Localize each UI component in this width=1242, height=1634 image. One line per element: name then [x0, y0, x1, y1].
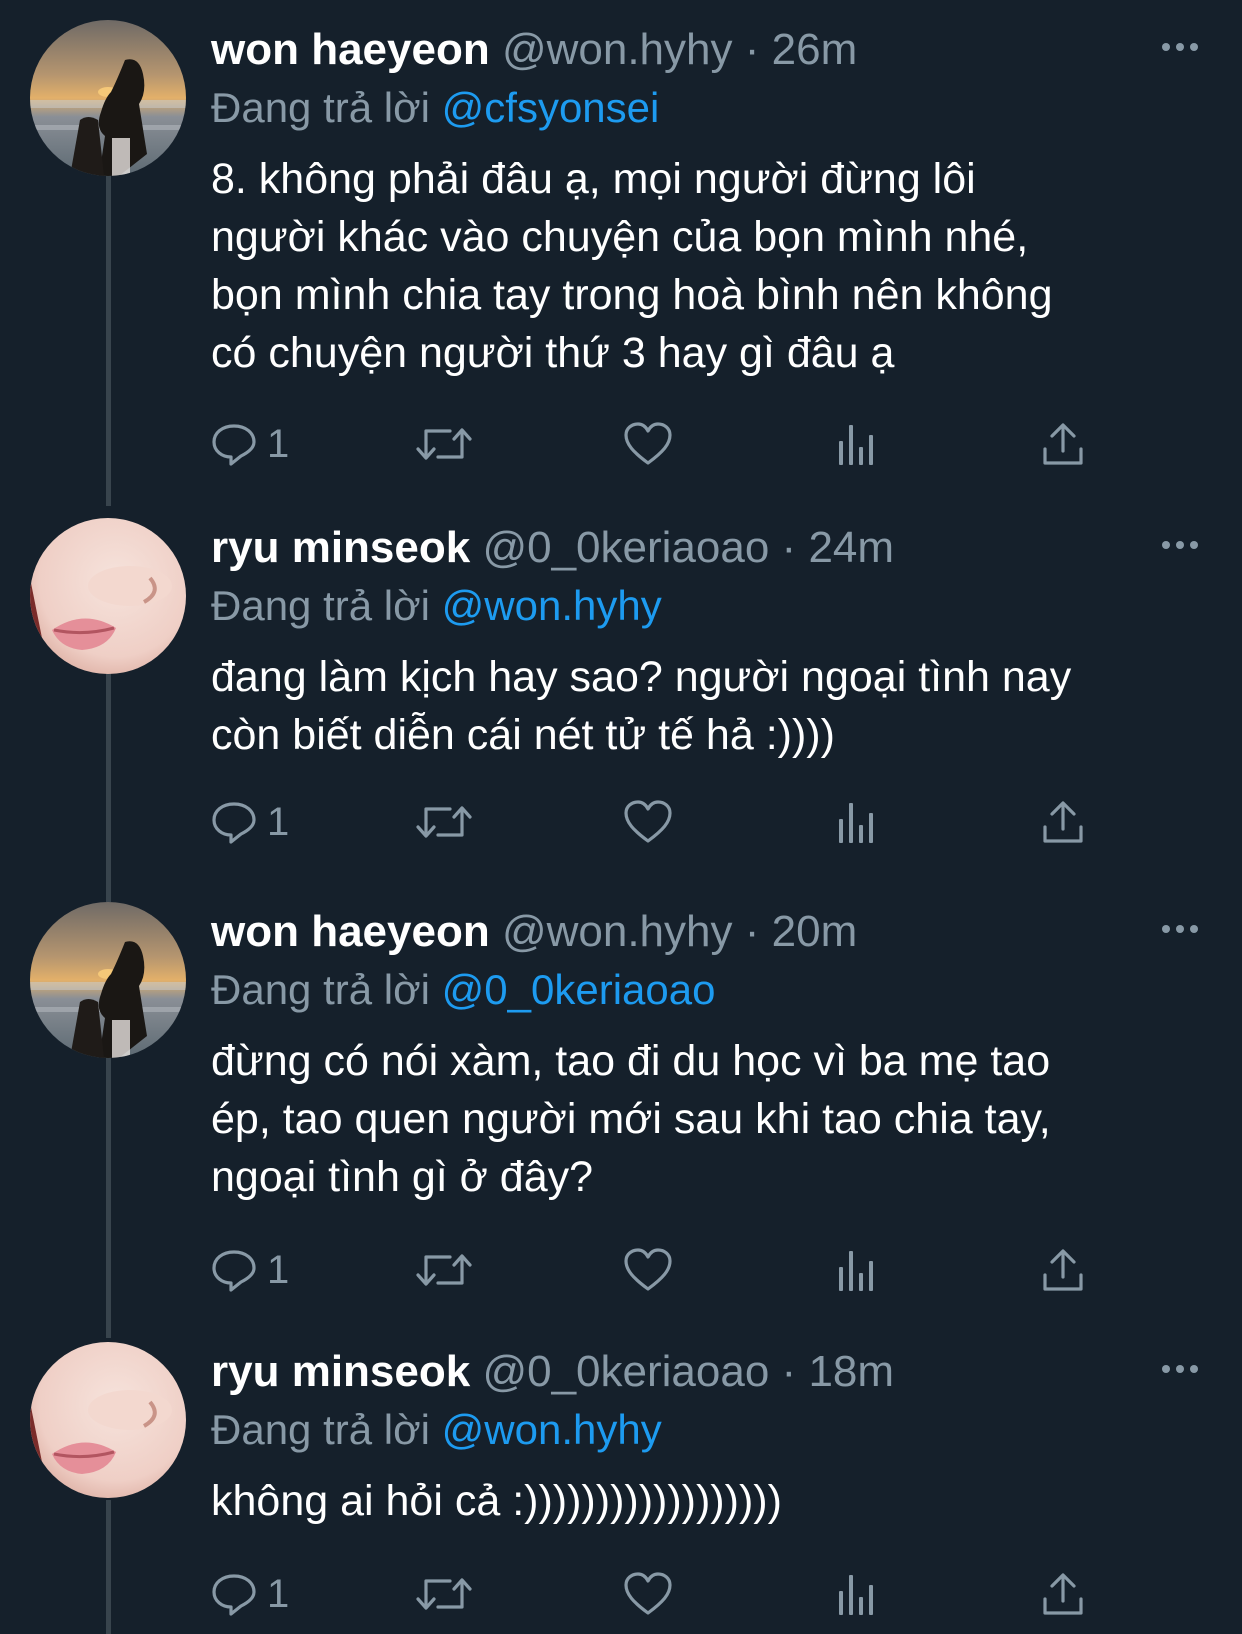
retweet-button[interactable]	[416, 416, 472, 472]
heart-icon	[624, 1248, 672, 1291]
analytics-icon	[839, 1575, 873, 1615]
user-handle[interactable]: @won.hyhy	[502, 25, 733, 74]
reply-icon	[212, 424, 256, 466]
heart-icon	[624, 800, 672, 843]
more-options-icon[interactable]	[1160, 40, 1200, 54]
analytics-icon	[839, 803, 873, 843]
view-analytics-button[interactable]	[836, 1566, 876, 1622]
share-button[interactable]	[1041, 794, 1085, 850]
timestamp[interactable]: 20m	[772, 907, 858, 956]
like-button[interactable]	[623, 416, 673, 472]
share-icon	[1043, 1573, 1083, 1615]
retweet-icon	[416, 1254, 472, 1286]
replying-to-label: Đang trả lời	[211, 84, 430, 131]
retweet-icon	[416, 806, 472, 838]
more-options-icon[interactable]	[1160, 1362, 1200, 1376]
tweet[interactable]: ryu minseok @0_0keriaoao · 18m Đang trả …	[0, 1322, 1242, 1634]
replying-to-label: Đang trả lời	[211, 1406, 430, 1453]
share-icon	[1043, 1249, 1083, 1291]
tweet[interactable]: won haeyeon @won.hyhy · 26m Đang trả lời…	[0, 0, 1242, 498]
avatar-won-haeyeon[interactable]	[30, 20, 186, 176]
reply-count: 1	[267, 1571, 290, 1616]
reply-button[interactable]: 1	[211, 1566, 289, 1622]
tweet-text: đang làm kịch hay sao? người ngoại tình …	[211, 653, 1072, 759]
reply-mention-link[interactable]: @won.hyhy	[442, 1406, 662, 1453]
reply-count: 1	[267, 1247, 290, 1292]
tweet[interactable]: won haeyeon @won.hyhy · 20m Đang trả lời…	[0, 882, 1242, 1322]
reply-mention-link[interactable]: @cfsyonsei	[442, 84, 660, 131]
separator-dot: ·	[781, 1347, 797, 1396]
reply-icon	[212, 1574, 256, 1616]
avatar-ryu-minseok[interactable]	[30, 1342, 186, 1498]
tweet-thread: won haeyeon @won.hyhy · 26m Đang trả lời…	[0, 0, 1242, 1634]
tweet-actions: 1	[211, 1566, 1091, 1622]
reply-count: 1	[267, 799, 290, 844]
replying-to: Đang trả lời @won.hyhy	[211, 576, 662, 636]
view-analytics-button[interactable]	[836, 416, 876, 472]
retweet-button[interactable]	[416, 1242, 472, 1298]
tweet-actions: 1	[211, 794, 1091, 850]
like-button[interactable]	[623, 1566, 673, 1622]
user-handle[interactable]: @won.hyhy	[502, 907, 733, 956]
tweet-header: ryu minseok @0_0keriaoao · 24m	[211, 518, 894, 578]
display-name[interactable]: won haeyeon	[211, 907, 490, 956]
retweet-icon	[416, 1578, 472, 1610]
heart-icon	[624, 422, 672, 465]
tweet-header: ryu minseok @0_0keriaoao · 18m	[211, 1342, 894, 1402]
separator-dot: ·	[781, 523, 797, 572]
tweet-text: không ai hỏi cả :))))))))))))))))))	[211, 1477, 782, 1525]
avatar-ryu-minseok[interactable]	[30, 518, 186, 674]
share-button[interactable]	[1041, 416, 1085, 472]
user-handle[interactable]: @0_0keriaoao	[482, 1347, 769, 1396]
tweet[interactable]: ryu minseok @0_0keriaoao · 24m Đang trả …	[0, 498, 1242, 866]
tweet-actions: 1	[211, 1242, 1091, 1298]
view-analytics-button[interactable]	[836, 1242, 876, 1298]
separator-dot: ·	[744, 25, 760, 74]
reply-button[interactable]: 1	[211, 416, 289, 472]
display-name[interactable]: ryu minseok	[211, 523, 470, 572]
avatar-won-haeyeon[interactable]	[30, 902, 186, 1058]
reply-icon	[212, 802, 256, 844]
tweet-text: 8. không phải đâu ạ, mọi người đừng lôi …	[211, 155, 1053, 377]
reply-button[interactable]: 1	[211, 794, 289, 850]
replying-to: Đang trả lời @cfsyonsei	[211, 78, 659, 138]
share-button[interactable]	[1041, 1242, 1085, 1298]
tweet-header: won haeyeon @won.hyhy · 26m	[211, 20, 857, 80]
separator-dot: ·	[744, 907, 760, 956]
retweet-icon	[416, 428, 472, 460]
retweet-button[interactable]	[416, 1566, 472, 1622]
user-handle[interactable]: @0_0keriaoao	[482, 523, 769, 572]
tweet-text: đừng có nói xàm, tao đi du học vì ba mẹ …	[211, 1037, 1051, 1201]
more-options-icon[interactable]	[1160, 538, 1200, 552]
retweet-button[interactable]	[416, 794, 472, 850]
replying-to: Đang trả lời @0_0keriaoao	[211, 960, 715, 1020]
reply-mention-link[interactable]: @won.hyhy	[442, 582, 662, 629]
share-button[interactable]	[1041, 1566, 1085, 1622]
replying-to-label: Đang trả lời	[211, 582, 430, 629]
share-icon	[1043, 801, 1083, 843]
timestamp[interactable]: 24m	[808, 523, 894, 572]
analytics-icon	[839, 425, 873, 465]
replying-to: Đang trả lời @won.hyhy	[211, 1400, 662, 1460]
share-icon	[1043, 423, 1083, 465]
view-analytics-button[interactable]	[836, 794, 876, 850]
more-options-icon[interactable]	[1160, 922, 1200, 936]
reply-icon	[212, 1250, 256, 1292]
reply-count: 1	[267, 421, 290, 466]
reply-button[interactable]: 1	[211, 1242, 289, 1298]
timestamp[interactable]: 18m	[808, 1347, 894, 1396]
like-button[interactable]	[623, 1242, 673, 1298]
timestamp[interactable]: 26m	[772, 25, 858, 74]
tweet-actions: 1	[211, 416, 1091, 472]
replying-to-label: Đang trả lời	[211, 966, 430, 1013]
reply-mention-link[interactable]: @0_0keriaoao	[442, 966, 716, 1013]
tweet-header: won haeyeon @won.hyhy · 20m	[211, 902, 857, 962]
display-name[interactable]: ryu minseok	[211, 1347, 470, 1396]
analytics-icon	[839, 1251, 873, 1291]
heart-icon	[624, 1572, 672, 1615]
like-button[interactable]	[623, 794, 673, 850]
display-name[interactable]: won haeyeon	[211, 25, 490, 74]
